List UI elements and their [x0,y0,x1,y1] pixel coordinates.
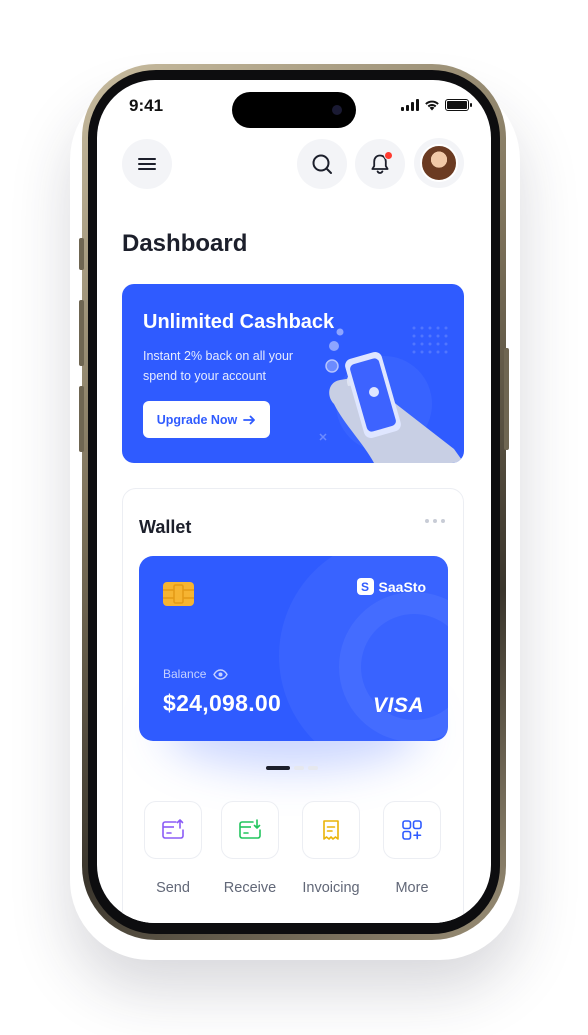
promo-banner: Unlimited Cashback Instant 2% back on al… [122,284,464,463]
quick-actions: Send Receive Invoicing More [123,801,465,911]
send-action[interactable]: Send [137,801,209,896]
dynamic-island [232,92,356,128]
phone-volume-up [79,300,84,366]
upgrade-now-button[interactable]: Upgrade Now [143,401,270,438]
menu-button[interactable] [122,139,172,189]
phone-power-button [504,348,509,450]
promo-subtitle: Instant 2% back on all your spend to you… [143,349,294,383]
camera-icon [332,105,342,115]
stage: 9:41 Dashboard Unlimited Cashback Instan… [0,0,588,1035]
more-action-tile[interactable] [383,801,441,859]
invoicing-label: Invoicing [302,880,360,896]
balance-label: Balance [163,667,207,681]
card-chip-icon [163,582,194,606]
balance-value: $24,098.00 [163,690,282,716]
promo-title: Unlimited Cashback [143,311,335,333]
visa-logo: VISA [372,694,424,717]
battery-icon [445,99,472,111]
arrow-right-icon [243,415,256,424]
send-card-icon [162,819,184,839]
signal-icon [401,99,419,111]
more-options-icon[interactable] [425,519,445,523]
card-brand-name: SaaSto [378,578,426,595]
more-label: More [395,880,429,896]
status-icons [401,99,472,111]
pagination-dot[interactable] [266,766,290,770]
phone-screen: 9:41 Dashboard Unlimited Cashback Instan… [97,80,491,923]
eye-icon[interactable] [213,668,229,680]
card-brand: S SaaSto [356,578,426,595]
search-button[interactable] [297,139,347,189]
phone-volume-down [79,386,84,452]
send-label: Send [156,880,190,896]
receive-card-icon [239,819,261,839]
wallet-title: Wallet [139,517,192,537]
page-title: Dashboard [122,230,248,257]
more-action[interactable]: More [376,801,448,896]
hamburger-icon [138,158,156,170]
phone-side-button [79,238,84,270]
receive-action[interactable]: Receive [214,801,286,896]
invoicing-action[interactable]: Invoicing [295,801,367,896]
balance-label-row: Balance [163,667,229,681]
grid-plus-icon [402,820,422,840]
upgrade-button-label: Upgrade Now [156,412,238,427]
send-action-tile[interactable] [144,801,202,859]
bank-card[interactable]: S SaaSto Balance $24,098.00 VISA [139,556,448,741]
notification-badge [384,151,393,160]
pagination-dot[interactable] [294,766,304,770]
receive-label: Receive [223,880,277,896]
card-pagination [266,766,318,770]
wifi-icon [425,100,439,111]
invoicing-action-tile[interactable] [302,801,360,859]
wallet-panel: Wallet S SaaSto Balance $24,098.00 VISA … [122,488,464,923]
saasto-logo-icon: S [356,578,374,595]
invoice-icon [323,820,339,840]
receive-action-tile[interactable] [221,801,279,859]
notifications-button[interactable] [355,139,405,189]
search-icon [312,154,332,174]
status-time: 9:41 [129,96,164,115]
pagination-dot[interactable] [308,766,318,770]
avatar[interactable] [420,144,458,182]
